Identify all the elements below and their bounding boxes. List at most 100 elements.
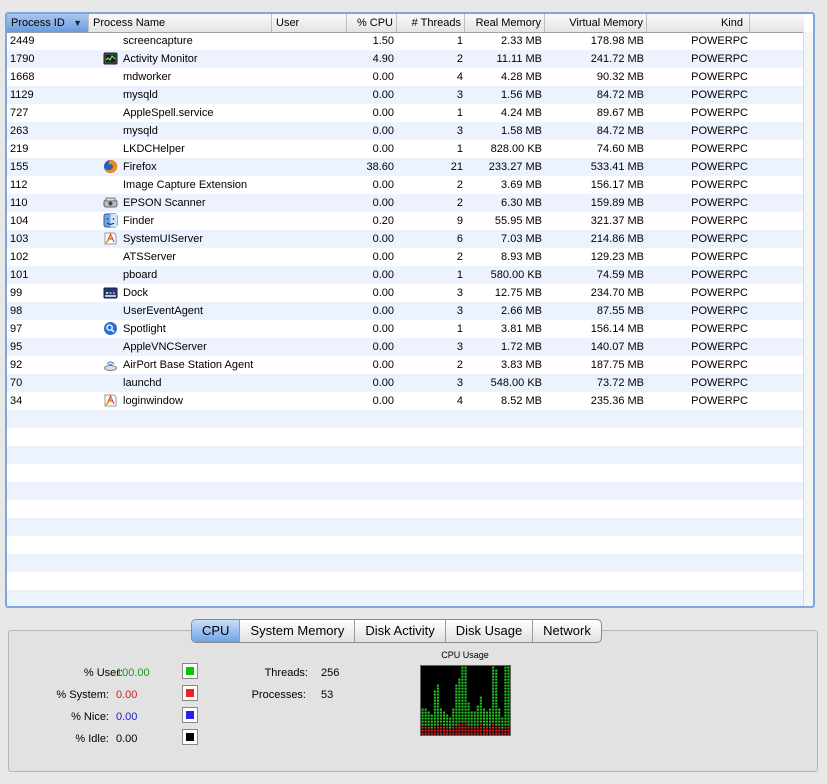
table-row[interactable]: 95 AppleVNCServer 0.00 3 1.72 MB 140.07 MB POW… — [7, 338, 804, 356]
cell-threads: 3 — [456, 89, 463, 101]
column-header-pid[interactable]: Process ID ▼ — [7, 14, 89, 32]
table-row[interactable]: 98 UserEventAgent 0.00 3 2.66 MB 87.55 MB POWE… — [7, 302, 804, 320]
table-row[interactable]: 2449 screencapture 1.50 1 2.33 MB 178.98 MB PO… — [7, 32, 804, 50]
cell-threads: 3 — [456, 305, 463, 317]
cell-user — [275, 320, 345, 338]
cpu-user-bar-segment — [461, 678, 464, 681]
processes-label: Processes: — [251, 689, 306, 701]
cpu-system-bar-segment — [492, 732, 495, 735]
table-row[interactable]: 1129 mysqld 0.00 3 1.56 MB 84.72 MB POWERPC — [7, 86, 804, 104]
cell-threads: 2 — [456, 359, 463, 371]
cell-pid: 92 — [10, 359, 23, 371]
column-header-real-mem[interactable]: Real Memory — [465, 14, 545, 32]
cpu-user-bar-segment — [479, 705, 482, 708]
cpu-usage-title: CPU Usage — [441, 650, 489, 660]
cell-virt-mem: 73.72 MB — [596, 377, 644, 389]
cpu-user-bar-segment — [507, 708, 510, 711]
cpu-user-bar-segment — [467, 723, 470, 726]
nice-color-swatch[interactable] — [182, 707, 198, 723]
column-header-threads[interactable]: # Threads — [397, 14, 465, 32]
cpu-system-bar-segment — [430, 729, 433, 732]
cpu-user-bar-segment — [467, 705, 470, 708]
cell-virt-mem: 234.70 MB — [590, 287, 644, 299]
cell-real-mem: 6.30 MB — [501, 197, 542, 209]
cpu-user-bar-segment — [501, 723, 504, 726]
cpu-user-bar-segment — [443, 723, 446, 726]
table-row[interactable]: 34 loginwindow 0.00 4 8.52 MB 235.36 MB POWERP… — [7, 392, 804, 410]
column-header-label: Real Memory — [475, 17, 541, 29]
table-row[interactable]: 1790 Activity Monitor 4.90 2 11.11 MB 241.72 … — [7, 50, 804, 68]
table-row[interactable]: 97 Spotlight 0.00 1 3.81 MB 156.14 MB POWERPC — [7, 320, 804, 338]
table-row[interactable]: 101 pboard 0.00 1 580.00 KB 74.59 MB POWERPC — [7, 266, 804, 284]
cpu-user-bar-segment — [461, 714, 464, 717]
cpu-user-bar-segment — [492, 717, 495, 720]
application-icon — [103, 393, 118, 408]
cpu-user-bar-segment — [507, 666, 510, 669]
cell-pid: 2449 — [10, 35, 35, 47]
cpu-system-bar-segment — [495, 732, 498, 735]
cpu-system-bar-segment — [470, 732, 473, 735]
cpu-system-bar-segment — [479, 726, 482, 729]
cpu-system-bar-segment — [485, 726, 488, 729]
cpu-system-bar-segment — [436, 729, 439, 732]
cpu-user-bar-segment — [421, 723, 424, 726]
cpu-user-bar-segment — [452, 711, 455, 714]
user-color-swatch[interactable] — [182, 663, 198, 679]
tab-disk-usage[interactable]: Disk Usage — [446, 620, 534, 642]
table-row[interactable]: 727 AppleSpell.service 0.00 1 4.24 MB 89.67 M… — [7, 104, 804, 122]
cpu-system-bar-segment — [495, 729, 498, 732]
idle-color-swatch[interactable] — [182, 729, 198, 745]
cpu-user-bar-segment — [464, 693, 467, 696]
column-header-virt-mem[interactable]: Virtual Memory — [545, 14, 647, 32]
column-header-name[interactable]: Process Name — [89, 14, 272, 32]
cell-pid: 95 — [10, 341, 23, 353]
cpu-user-bar-segment — [439, 720, 442, 723]
table-row[interactable]: 102 ATSServer 0.00 2 8.93 MB 129.23 MB POWERPC — [7, 248, 804, 266]
cpu-system-bar-segment — [443, 729, 446, 732]
cpu-user-bar-segment — [476, 714, 479, 717]
column-header-kind[interactable]: Kind — [647, 14, 750, 32]
cpu-user-bar-segment — [504, 720, 507, 723]
cpu-user-bar-segment — [504, 672, 507, 675]
cell-user — [275, 302, 345, 320]
vertical-scrollbar[interactable] — [803, 32, 813, 606]
system-color-swatch[interactable] — [182, 685, 198, 701]
process-table[interactable]: Process ID ▼ Process Name User % CPU # Thread… — [5, 12, 815, 608]
table-row[interactable]: 155 Firefox 38.60 21 233.27 MB 533.41 MB POWER… — [7, 158, 804, 176]
cell-cpu: 0.00 — [372, 89, 394, 101]
table-row[interactable]: 112 Image Capture Extension 0.00 2 3.69 MB 15… — [7, 176, 804, 194]
cell-name: mdworker — [123, 71, 172, 83]
tab-network[interactable]: Network — [533, 620, 601, 642]
table-row[interactable]: 70 launchd 0.00 3 548.00 KB 73.72 MB POWERPC — [7, 374, 804, 392]
table-row[interactable]: 1668 mdworker 0.00 4 4.28 MB 90.32 MB POWERPC — [7, 68, 804, 86]
cpu-user-bar-segment — [495, 708, 498, 711]
cpu-user-bar-segment — [504, 711, 507, 714]
cpu-user-bar-segment — [449, 726, 452, 729]
tab-system-memory[interactable]: System Memory — [240, 620, 356, 642]
tab-cpu[interactable]: CPU — [192, 620, 241, 642]
table-row[interactable]: 92 AirPort Base Station Agent 0.00 2 3.83 MB… — [7, 356, 804, 374]
cpu-user-bar-segment — [504, 699, 507, 702]
table-row[interactable]: 263 mysqld 0.00 3 1.58 MB 84.72 MB POWERPC — [7, 122, 804, 140]
tab-disk-activity[interactable]: Disk Activity — [355, 620, 446, 642]
table-row[interactable]: 103 SystemUIServer 0.00 6 7.03 MB 214.86 MB PO… — [7, 230, 804, 248]
cpu-system-bar-segment — [461, 732, 464, 735]
table-row[interactable]: 219 LKDCHelper 0.00 1 828.00 KB 74.60 MB POWER… — [7, 140, 804, 158]
cell-cpu: 0.00 — [372, 377, 394, 389]
cpu-user-bar-segment — [482, 717, 485, 720]
cpu-user-bar-segment — [479, 708, 482, 711]
table-row[interactable]: 110 EPSON Scanner 0.00 2 6.30 MB 159.89 MB POW… — [7, 194, 804, 212]
cpu-system-bar-segment — [489, 729, 492, 732]
column-header-user[interactable]: User — [272, 14, 347, 32]
table-row[interactable]: 99 Dock 0.00 3 12.75 MB 234.70 MB POWERPC — [7, 284, 804, 302]
cell-virt-mem: 156.14 MB — [590, 323, 644, 335]
cell-user — [275, 284, 345, 302]
table-row[interactable]: 104 Finder 0.20 9 55.95 MB 321.37 MB POWERPC — [7, 212, 804, 230]
scanner-icon — [103, 195, 118, 210]
cpu-user-bar-segment — [485, 717, 488, 720]
column-header-cpu[interactable]: % CPU — [347, 14, 397, 32]
system-label: % System: — [56, 689, 109, 701]
idle-value: 0.00 — [116, 733, 138, 745]
cpu-user-bar-segment — [461, 717, 464, 720]
cpu-user-bar-segment — [421, 714, 424, 717]
